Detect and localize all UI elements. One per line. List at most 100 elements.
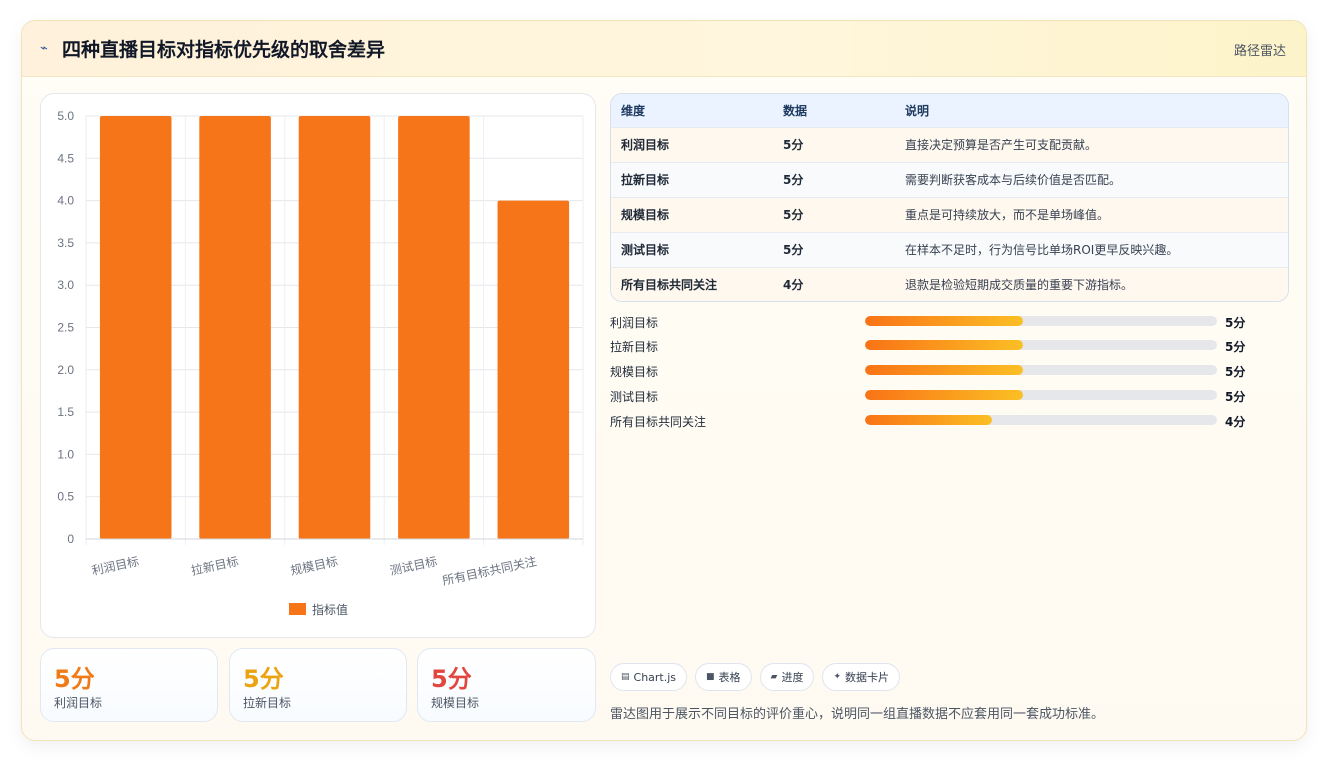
table-header: 数据 — [783, 103, 808, 118]
y-tick-label: 3.0 — [57, 278, 74, 292]
legend-label: 指标值 — [312, 602, 348, 617]
y-tick-label: 1.0 — [57, 447, 74, 461]
chart-icon: ▤ — [621, 672, 630, 682]
progress-row: 拉新目标 5分 — [610, 336, 1260, 356]
stat-value: 5分 — [431, 665, 472, 693]
progress-row: 规模目标 5分 — [610, 361, 1260, 381]
progress-fill — [865, 316, 1024, 326]
table-cell: 直接决定预算是否产生可支配贡献。 — [905, 138, 1098, 152]
y-tick-label: 3.5 — [57, 236, 74, 250]
x-tick-label: 测试目标 — [388, 553, 438, 578]
progress-row: 测试目标 5分 — [610, 386, 1260, 406]
progress-fill — [865, 415, 992, 425]
header-tag: 路径雷达 — [1233, 44, 1286, 59]
stat-label: 规模目标 — [431, 696, 480, 710]
table-row: 规模目标 5分 重点是可持续放大，而不是单场峰值。 — [611, 197, 1288, 232]
main-card: ⌁ 四种直播目标对指标优先级的取舍差异 路径雷达 0 0.5 1.0 1.5 2.0 2.… — [21, 20, 1307, 741]
table-cell: 需要判断获客成本与后续价值是否匹配。 — [905, 173, 1122, 187]
table-cell: 5分 — [783, 243, 804, 257]
stat-card-1: 5分 利润目标 — [40, 648, 218, 722]
progress-label: 利润目标 — [610, 316, 659, 330]
header: ⌁ 四种直播目标对指标优先级的取舍差异 路径雷达 — [22, 21, 1306, 77]
stat-value: 5分 — [54, 665, 95, 693]
y-tick-label: 5.0 — [57, 109, 74, 123]
x-tick-label: 所有目标共同关注 — [441, 553, 538, 588]
progress-label: 所有目标共同关注 — [610, 415, 707, 429]
table-cell: 退款是检验短期成交质量的重要下游指标。 — [905, 278, 1134, 293]
table-cell: 拉新目标 — [621, 173, 670, 187]
chip-progress[interactable]: ▰ 进度 — [759, 663, 815, 691]
y-tick-label: 0 — [67, 532, 74, 546]
bar-chart-panel: 0 0.5 1.0 1.5 2.0 2.5 3.0 3.5 4.0 4.5 5.0 利润目标 拉新目标 规… — [40, 93, 596, 638]
table-header-row: 维度 数据 说明 — [611, 94, 1288, 127]
progress-fill — [865, 340, 1024, 350]
table-cell: 所有目标共同关注 — [621, 278, 718, 293]
progress-value: 5分 — [1225, 340, 1246, 354]
bar-chart: 0 0.5 1.0 1.5 2.0 2.5 3.0 3.5 4.0 4.5 5.0 利润目标 拉新目标 规… — [57, 109, 584, 617]
progress-track — [865, 340, 1217, 350]
progress-track — [865, 390, 1217, 400]
legend-swatch — [289, 603, 306, 615]
bar — [497, 200, 570, 539]
progress-value: 5分 — [1225, 365, 1246, 379]
y-tick-label: 4.5 — [57, 151, 74, 165]
chip-label: 数据卡片 — [845, 671, 890, 684]
progress-label: 拉新目标 — [610, 340, 659, 354]
table-row: 拉新目标 5分 需要判断获客成本与后续价值是否匹配。 — [611, 162, 1288, 197]
progress-row: 所有目标共同关注 4分 — [610, 411, 1260, 431]
progress-label: 规模目标 — [610, 365, 659, 379]
table-cell: 4分 — [783, 278, 804, 293]
chip-label: 表格 — [718, 671, 741, 684]
stat-value: 5分 — [243, 665, 284, 693]
progress-track — [865, 365, 1217, 375]
y-tick-label: 2.5 — [57, 321, 74, 335]
stat-card-2: 5分 拉新目标 — [229, 648, 407, 722]
table-header: 维度 — [621, 103, 646, 118]
bar — [99, 116, 172, 539]
table-cell: 重点是可持续放大，而不是单场峰值。 — [905, 208, 1110, 222]
footnote: 雷达图用于展示不同目标的评价重心，说明同一组直播数据不应套用同一套成功标准。 — [610, 707, 1105, 722]
bar — [199, 116, 271, 539]
chip-table[interactable]: ■ 表格 — [695, 663, 752, 691]
table-icon: ■ — [706, 672, 715, 682]
table-row: 所有目标共同关注 4分 退款是检验短期成交质量的重要下游指标。 — [611, 267, 1288, 301]
stat-card-3: 5分 规模目标 — [417, 648, 596, 722]
x-tick-label: 规模目标 — [289, 553, 339, 578]
chip-data-card[interactable]: ✦ 数据卡片 — [822, 663, 901, 691]
progress-row: 利润目标 5分 — [610, 312, 1260, 332]
progress-icon: ▰ — [770, 672, 778, 682]
sparkle-icon: ⌁ — [40, 41, 48, 56]
table-cell: 5分 — [783, 173, 804, 187]
page-title: 四种直播目标对指标优先级的取舍差异 — [62, 39, 386, 61]
table-header: 说明 — [905, 103, 930, 118]
y-tick-label: 1.5 — [57, 405, 74, 419]
stat-label: 拉新目标 — [243, 696, 292, 710]
table-cell: 在样本不足时，行为信号比单场ROI更早反映兴趣。 — [905, 243, 1179, 257]
progress-value: 5分 — [1225, 390, 1246, 404]
progress-label: 测试目标 — [610, 390, 659, 404]
y-tick-label: 4.0 — [57, 194, 74, 208]
table-cell: 5分 — [783, 208, 804, 222]
progress-fill — [865, 365, 1024, 375]
data-table: 维度 数据 说明 利润目标 5分 直接决定预算是否产生可支配贡献。 拉新目标 5… — [610, 93, 1289, 302]
table-cell: 规模目标 — [621, 208, 670, 222]
chip-chartjs[interactable]: ▤ Chart.js — [610, 663, 688, 691]
chip-label: Chart.js — [633, 670, 677, 684]
y-tick-label: 0.5 — [57, 490, 74, 504]
progress-track — [865, 415, 1217, 425]
progress-fill — [865, 390, 1024, 400]
table-row: 测试目标 5分 在样本不足时，行为信号比单场ROI更早反映兴趣。 — [611, 232, 1288, 267]
progress-value: 5分 — [1225, 316, 1246, 330]
sparkle-icon: ✦ — [833, 672, 842, 682]
progress-track — [865, 316, 1217, 326]
table-row: 利润目标 5分 直接决定预算是否产生可支配贡献。 — [611, 127, 1288, 162]
table-cell: 测试目标 — [621, 243, 670, 257]
table-cell: 5分 — [783, 138, 804, 152]
progress-value: 4分 — [1225, 415, 1246, 429]
tech-chips: ▤ Chart.js ■ 表格 ▰ 进度 ✦ 数据卡片 — [610, 663, 901, 691]
bar — [298, 116, 371, 539]
x-tick-label: 利润目标 — [90, 554, 140, 578]
stat-label: 利润目标 — [54, 696, 103, 710]
chip-label: 进度 — [781, 671, 804, 684]
x-tick-label: 拉新目标 — [190, 553, 240, 578]
